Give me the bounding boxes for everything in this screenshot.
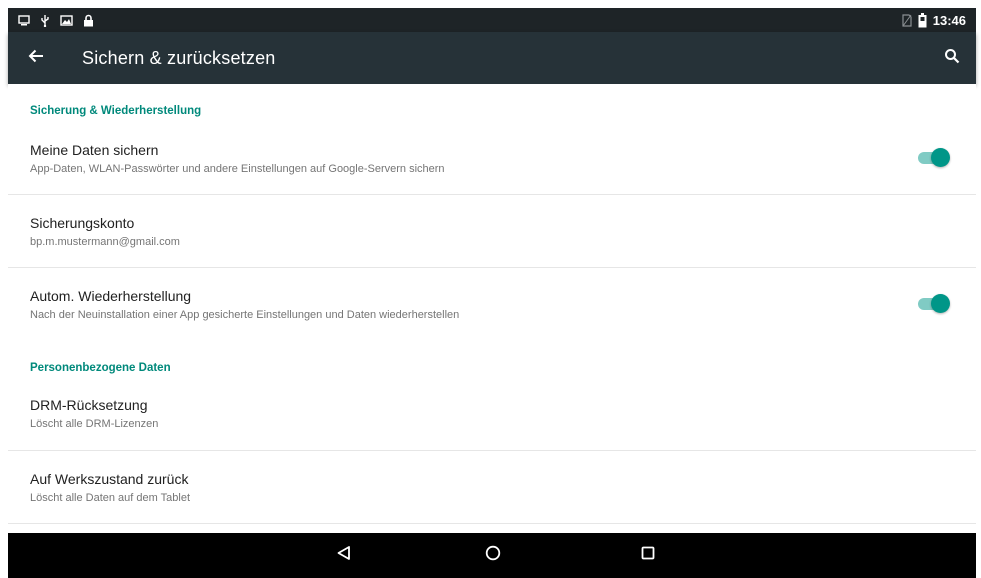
pref-backup-account[interactable]: Sicherungskonto bp.m.mustermann@gmail.co…: [8, 195, 976, 268]
pref-title: Sicherungskonto: [30, 215, 135, 231]
lock-icon: [83, 14, 94, 27]
no-sim-icon: [902, 13, 912, 27]
status-bar: 13:46: [8, 8, 976, 32]
pref-backup-data[interactable]: Meine Daten sichern App-Daten, WLAN-Pass…: [8, 122, 976, 195]
toolbar: Sichern & zurücksetzen: [8, 32, 976, 84]
section-header-personal-data: Personenbezogene Daten: [30, 362, 171, 374]
search-button[interactable]: [928, 32, 976, 84]
auto-restore-switch[interactable]: [918, 294, 950, 314]
pref-drm-reset[interactable]: DRM-Rücksetzung Löscht alle DRM-Lizenzen: [8, 378, 976, 451]
pref-factory-reset[interactable]: Auf Werkszustand zurück Löscht alle Date…: [8, 451, 976, 524]
pref-summary: Nach der Neuinstallation einer App gesic…: [30, 309, 460, 321]
settings-screen: 13:46 Sichern & zurücksetzen Sicherung &…: [0, 0, 981, 578]
battery-icon: [918, 12, 927, 28]
search-icon: [944, 48, 960, 69]
pref-summary: Löscht alle Daten auf dem Tablet: [30, 492, 191, 504]
arrow-back-icon: [28, 49, 44, 68]
notification-icons: [18, 14, 94, 27]
settings-list: Sicherung & Wiederherstellung Meine Date…: [8, 84, 976, 533]
back-triangle-icon: [336, 545, 352, 566]
section-header-backup: Sicherung & Wiederherstellung: [30, 105, 202, 117]
nav-back-button[interactable]: [314, 533, 374, 578]
pref-summary: Löscht alle DRM-Lizenzen: [30, 418, 159, 430]
home-circle-icon: [485, 545, 501, 566]
pref-title: Autom. Wiederherstellung: [30, 288, 192, 304]
pref-title: Meine Daten sichern: [30, 142, 159, 158]
usb-icon: [40, 14, 50, 27]
navigation-bar: [8, 533, 976, 578]
switch-thumb: [931, 294, 950, 313]
switch-thumb: [931, 148, 950, 167]
back-button[interactable]: [8, 32, 64, 84]
pref-summary: bp.m.mustermann@gmail.com: [30, 236, 180, 248]
backup-data-switch[interactable]: [918, 148, 950, 168]
system-icons: 13:46: [902, 12, 966, 28]
nav-recents-button[interactable]: [618, 533, 678, 578]
pref-title: DRM-Rücksetzung: [30, 397, 148, 413]
page-title: Sichern & zurücksetzen: [82, 47, 276, 68]
pref-summary: App-Daten, WLAN-Passwörter und andere Ei…: [30, 163, 445, 175]
pref-auto-restore[interactable]: Autom. Wiederherstellung Nach der Neuins…: [8, 268, 976, 343]
nav-home-button[interactable]: [463, 533, 523, 578]
image-icon: [60, 14, 73, 26]
clock: 13:46: [932, 12, 966, 28]
recents-square-icon: [640, 545, 656, 566]
screen-icon: [18, 14, 30, 26]
pref-title: Auf Werkszustand zurück: [30, 471, 189, 487]
